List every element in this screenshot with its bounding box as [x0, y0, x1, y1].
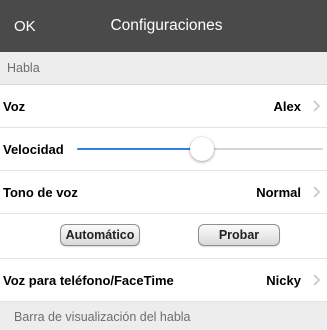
phone-voice-label: Voz para teléfono/FaceTime — [3, 272, 174, 288]
tone-label: Tono de voz — [3, 184, 78, 200]
speed-slider[interactable] — [77, 137, 323, 161]
section-header-speech: Habla — [0, 52, 327, 85]
automatic-button[interactable]: Automático — [60, 224, 140, 246]
speed-row: Velocidad — [0, 128, 327, 171]
button-row: Automático Probar — [0, 214, 327, 259]
speed-slider-fill — [77, 148, 203, 150]
speed-slider-thumb[interactable] — [190, 137, 215, 161]
voice-label: Voz — [3, 98, 26, 114]
navigation-bar: OK Configuraciones — [0, 0, 327, 52]
section-header-speech-bar: Barra de visualización del habla — [0, 302, 327, 330]
phone-voice-value: Nicky — [266, 272, 301, 288]
ok-button[interactable]: OK — [14, 0, 36, 52]
chevron-right-icon — [312, 273, 321, 287]
speed-label: Velocidad — [3, 141, 64, 157]
phone-voice-row[interactable]: Voz para teléfono/FaceTime Nicky — [0, 259, 327, 302]
chevron-right-icon — [312, 99, 321, 113]
tone-row[interactable]: Tono de voz Normal — [0, 171, 327, 214]
tone-value: Normal — [256, 184, 301, 200]
voice-value: Alex — [273, 98, 301, 114]
voice-row[interactable]: Voz Alex — [0, 85, 327, 128]
chevron-right-icon — [312, 185, 321, 199]
test-button[interactable]: Probar — [198, 224, 280, 246]
page-title: Configuraciones — [110, 17, 223, 34]
